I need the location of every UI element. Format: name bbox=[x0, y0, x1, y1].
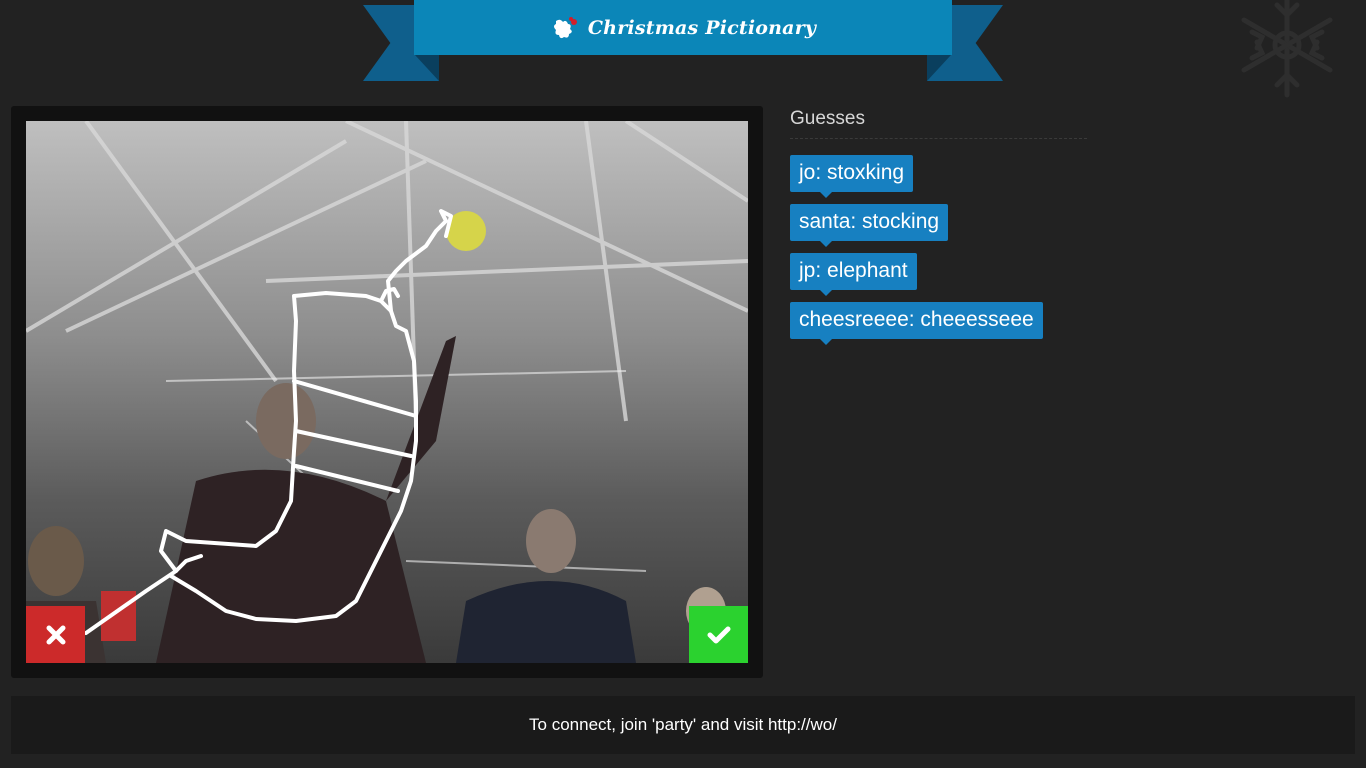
snowflake-icon bbox=[1241, 0, 1333, 98]
close-icon bbox=[46, 625, 65, 644]
guess-item: santa: stocking bbox=[790, 204, 949, 247]
footer-bar: To connect, join 'party' and visit http:… bbox=[11, 696, 1355, 754]
guesses-panel: Guesses jo: stoxking santa: stocking jp:… bbox=[790, 106, 1087, 351]
camera-photo bbox=[26, 121, 748, 663]
accept-button[interactable] bbox=[689, 606, 748, 663]
guesses-heading: Guesses bbox=[790, 106, 1087, 139]
drawing-board bbox=[11, 106, 763, 678]
guess-item: jp: elephant bbox=[790, 253, 917, 296]
holly-icon bbox=[550, 13, 580, 43]
header-ribbon: Christmas Pictionary bbox=[414, 0, 952, 55]
app-title: Christmas Pictionary bbox=[587, 16, 817, 39]
check-icon bbox=[707, 626, 730, 643]
guess-item: cheesreeee: cheeesseee bbox=[790, 302, 1043, 345]
drawing-canvas[interactable] bbox=[26, 121, 748, 663]
connect-instructions: To connect, join 'party' and visit http:… bbox=[529, 715, 837, 734]
reject-button[interactable] bbox=[26, 606, 85, 663]
guess-item: jo: stoxking bbox=[790, 155, 914, 198]
